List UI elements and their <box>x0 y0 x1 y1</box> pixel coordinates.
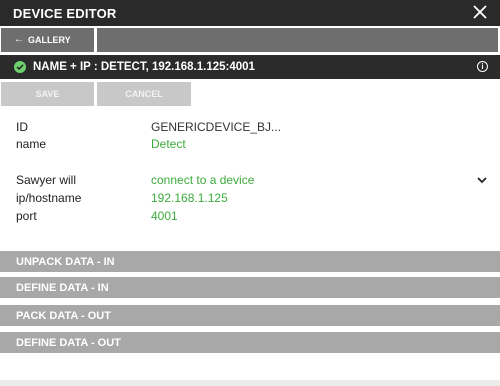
sawyer-will-label: Sawyer will <box>16 173 77 187</box>
device-header-title: NAME + IP : DETECT, 192.168.1.125:4001 <box>33 61 255 73</box>
section-label: DEFINE DATA - IN <box>16 282 109 294</box>
section-unpack-data-in[interactable]: UNPACK DATA - IN <box>0 251 500 272</box>
section-define-data-out[interactable]: DEFINE DATA - OUT <box>0 332 500 353</box>
port-value[interactable]: 4001 <box>151 209 178 223</box>
close-icon[interactable] <box>472 4 488 20</box>
section-define-data-in[interactable]: DEFINE DATA - IN <box>0 277 500 298</box>
id-label: ID <box>16 120 28 134</box>
save-button[interactable]: SAVE <box>1 82 94 106</box>
section-pack-data-out[interactable]: PACK DATA - OUT <box>0 305 500 326</box>
chevron-down-icon[interactable] <box>476 174 488 186</box>
title-bar: DEVICE EDITOR <box>0 0 500 26</box>
port-label: port <box>16 209 37 223</box>
name-label: name <box>16 137 47 151</box>
sawyer-will-value[interactable]: connect to a device <box>151 173 254 187</box>
action-bar: SAVE CANCEL <box>0 81 500 106</box>
id-value: GENERICDEVICE_BJ... <box>151 120 282 134</box>
cancel-button[interactable]: CANCEL <box>97 82 191 106</box>
status-check-icon <box>14 61 26 73</box>
device-header: NAME + IP : DETECT, 192.168.1.125:4001 i <box>0 55 500 79</box>
hostname-value[interactable]: 192.168.1.125 <box>151 191 228 205</box>
bottom-divider <box>0 380 500 386</box>
gallery-back-button[interactable]: ← GALLERY <box>1 28 94 52</box>
nav-row: ← GALLERY <box>0 27 500 53</box>
nav-bar-fill <box>97 28 498 52</box>
window-title: DEVICE EDITOR <box>13 6 117 21</box>
info-icon[interactable]: i <box>477 61 488 72</box>
section-label: DEFINE DATA - OUT <box>16 337 121 349</box>
section-label: UNPACK DATA - IN <box>16 256 115 268</box>
section-label: PACK DATA - OUT <box>16 310 111 322</box>
back-arrow-icon: ← <box>14 34 24 45</box>
gallery-button-label: GALLERY <box>28 35 71 45</box>
hostname-label: ip/hostname <box>16 191 82 205</box>
name-value[interactable]: Detect <box>151 137 186 151</box>
